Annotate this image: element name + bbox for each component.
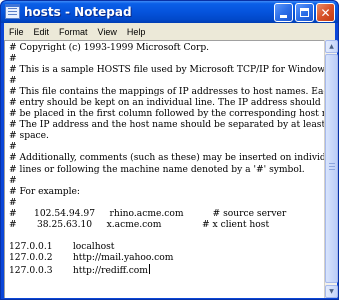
text-line: # lines or following the machine name de… bbox=[9, 164, 305, 175]
down-arrow-icon: ▼ bbox=[329, 288, 334, 295]
notepad-window: hosts - Notepad ✕ File Edit Format View … bbox=[0, 0, 339, 300]
text-line: # bbox=[9, 175, 17, 186]
text-line: # bbox=[9, 54, 17, 65]
text-line: # Additionally, comments (such as these)… bbox=[9, 153, 339, 164]
text-line: # The IP address and the host name shoul… bbox=[9, 120, 339, 131]
text-line: # This file contains the mappings of IP … bbox=[9, 87, 335, 98]
text-line: # 102.54.94.97 rhino.acme.com # source s… bbox=[9, 208, 287, 219]
text-line: # Copyright (c) 1993-1999 Microsoft Corp… bbox=[9, 43, 210, 53]
close-button[interactable]: ✕ bbox=[316, 3, 335, 22]
editor-text[interactable]: # Copyright (c) 1993-1999 Microsoft Corp… bbox=[9, 43, 339, 277]
close-icon: ✕ bbox=[320, 5, 331, 20]
maximize-button[interactable] bbox=[295, 3, 314, 22]
scroll-down-button[interactable]: ▼ bbox=[325, 285, 338, 298]
menu-format[interactable]: Format bbox=[54, 27, 93, 37]
maximize-icon bbox=[300, 8, 309, 17]
text-line: 127.0.0.1 localhost bbox=[9, 241, 115, 252]
text-caret bbox=[148, 263, 150, 274]
text-line: # bbox=[9, 197, 17, 208]
text-line-blank bbox=[9, 231, 324, 242]
title-bar[interactable]: hosts - Notepad ✕ bbox=[1, 1, 338, 23]
grip-icon bbox=[329, 163, 335, 170]
text-line: # This is a sample HOSTS file used by Mi… bbox=[9, 65, 333, 76]
window-title: hosts - Notepad bbox=[24, 5, 132, 19]
text-line: # be placed in the first column followed… bbox=[9, 109, 339, 120]
vertical-scrollbar[interactable]: ▲ ▼ bbox=[324, 40, 338, 298]
text-line: 127.0.0.3 http://rediff.com bbox=[9, 265, 148, 276]
minimize-button[interactable] bbox=[274, 3, 293, 22]
menu-bar: File Edit Format View Help bbox=[4, 23, 335, 40]
up-arrow-icon: ▲ bbox=[329, 43, 334, 50]
text-line: 127.0.0.2 http://mail.yahoo.com bbox=[9, 252, 174, 263]
notepad-app-icon[interactable] bbox=[5, 4, 20, 19]
minimize-icon bbox=[280, 15, 287, 18]
scroll-up-button[interactable]: ▲ bbox=[325, 40, 338, 53]
text-line: # space. bbox=[9, 131, 49, 142]
scrollbar-thumb[interactable] bbox=[325, 54, 338, 283]
menu-edit[interactable]: Edit bbox=[29, 27, 55, 37]
menu-view[interactable]: View bbox=[93, 27, 122, 37]
menu-help[interactable]: Help bbox=[122, 27, 151, 37]
text-line-last: 127.0.0.3 http://rediff.com bbox=[9, 263, 324, 277]
text-line: # bbox=[9, 76, 17, 87]
text-line: # For example: bbox=[9, 186, 81, 197]
text-line: # 38.25.63.10 x.acme.com # x client host bbox=[9, 219, 270, 230]
text-line: # entry should be kept on an individual … bbox=[9, 98, 321, 109]
text-editor-area[interactable]: # Copyright (c) 1993-1999 Microsoft Corp… bbox=[4, 40, 339, 298]
menu-file[interactable]: File bbox=[4, 27, 29, 37]
text-line: # bbox=[9, 142, 17, 153]
